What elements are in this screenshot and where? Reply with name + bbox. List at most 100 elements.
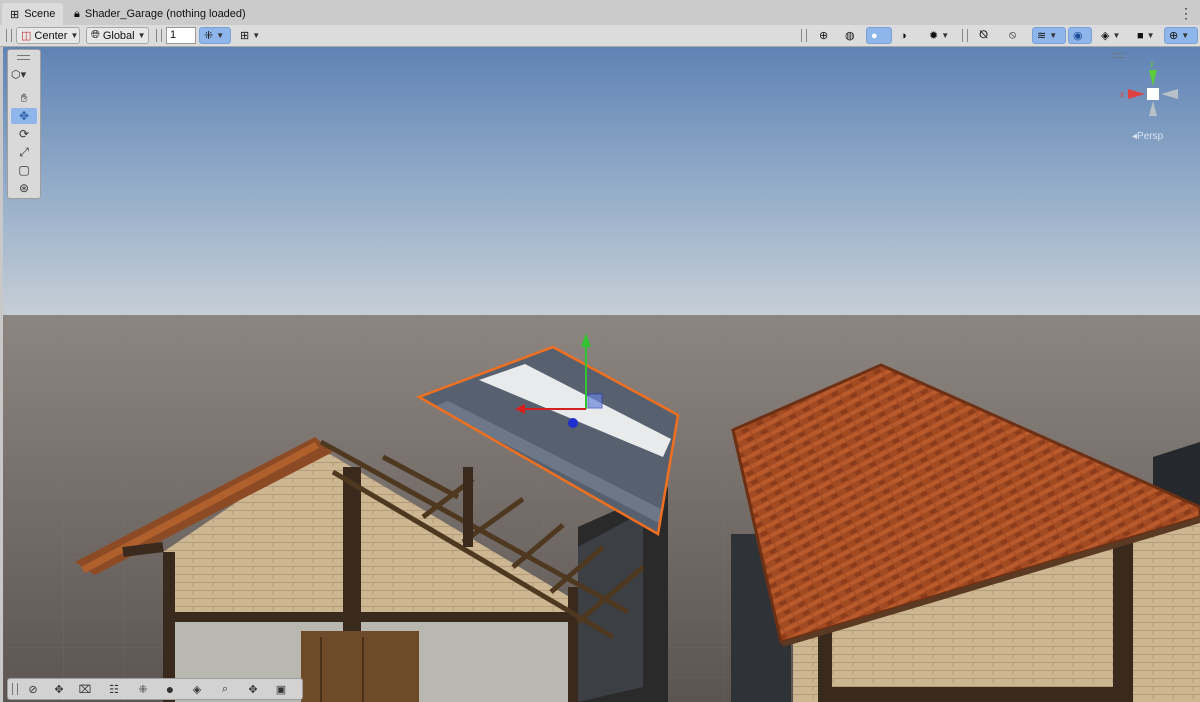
camera-icon: ■ [1137,29,1144,42]
shaded-icon: ● [871,29,878,42]
tab-bar: ⊞ Scene 🔒︎ Shader_Garage (nothing loaded… [0,0,1200,26]
gizmo-y-label: y [1150,59,1154,68]
search-icon: ⌕ [221,682,229,695]
rotate-tool-button[interactable]: ⟳ [11,126,37,142]
scene-viewport[interactable] [3,47,1200,702]
rect-icon: ▢ [18,163,30,177]
grid-snap-overlay-button[interactable]: ⁜ [132,681,154,697]
chevron-down-icon: ▼ [1112,31,1121,40]
visibility-toggle[interactable]: ◉ [1068,27,1092,44]
lighting-toggle[interactable]: ⦰ [974,27,998,44]
compass-icon: ⊘ [28,683,38,696]
pan-icon: ✥ [248,683,258,696]
z-axis-handle [568,418,578,428]
toolbar-grip[interactable] [801,29,807,42]
chevron-down-icon: ▼ [1049,31,1058,40]
move-tool-button[interactable]: ✥ [11,108,37,124]
more-options-icon[interactable]: ⋮ [1179,5,1193,22]
gizmo-x-label: x [1120,90,1124,99]
hand-tool-button[interactable]: ✋︎ [11,90,37,106]
lighting-icon: ⦰ [979,29,988,41]
projection-label[interactable]: ◂Persp [1132,131,1163,142]
pivot-mode-dropdown[interactable]: ◫ Center ▼ [16,27,80,44]
render-mode-button[interactable]: ✹ ▼ [924,27,956,44]
toolbar-grip[interactable] [6,29,12,42]
gizmo-neg-x-cone [1161,89,1178,99]
increment-snap-button[interactable]: ⊞ ▼ [235,27,265,44]
gizmos-dropdown[interactable]: ⊕ ▼ [1164,27,1198,44]
orientation-button[interactable]: ⊕ [814,27,836,44]
camera-overlay-button[interactable]: ▣ [270,681,292,697]
move-overlay-button[interactable]: ✥ [48,681,70,697]
tab-scene[interactable]: ⊞ Scene [2,3,64,25]
grid-snap-icon: ⁜ [204,30,214,42]
settings-button[interactable]: ☷ [103,681,125,697]
pan-button[interactable]: ✥ [242,681,264,697]
shaded-button[interactable]: ● [866,27,892,44]
compass-button[interactable]: ⊘ [22,681,44,697]
grid-icon: ⊞ [10,8,20,21]
shaded-wire-icon: ◍ [845,30,855,42]
crosshair-button[interactable]: ⌧ [74,681,96,697]
rotate-icon: ⟳ [18,127,30,141]
camera-dropdown[interactable]: ■ ▼ [1132,27,1164,44]
pivot-icon: ◫ [21,30,32,42]
audio-mute-icon: ⦸ [1009,29,1017,41]
chevron-down-icon: ▼ [70,31,79,40]
shaded-wire-button[interactable]: ◍ [840,27,862,44]
overlay-grip[interactable] [17,55,30,60]
tools-overlay: ⬡▾ ✋︎ ✥ ⟳ ⤢ ▢ ⊛ [7,49,41,199]
chevron-down-icon: ▼ [137,31,146,40]
unlit-icon: ◑ [900,29,907,42]
plane-handle [587,393,603,409]
search-button[interactable]: ⌕ [214,681,236,697]
transform-tool-button[interactable]: ⊛ [11,180,37,196]
gizmos-icon: ⊕ [1169,30,1179,42]
gizmo-center-cube [1147,88,1159,100]
pivot-mode-label: Center [34,29,68,42]
grid-snap-button[interactable]: ⁜ ▼ [199,27,231,44]
tab-scene-label: Scene [24,8,56,20]
layers-dropdown[interactable]: ◈ ▼ [1096,27,1130,44]
toolbar-grip[interactable] [156,29,162,42]
toolbar-grip[interactable] [962,29,968,42]
unlit-button[interactable]: ◑ [895,27,917,44]
bottom-overlay-bar: ⊘ ✥ ⌧ ☷ ⁜ ● ◈ ⌕ ✥ ▣ [7,678,303,700]
scene-toolbar: ◫ Center ▼ 🌐︎ Global ▼ 1 ⁜ ▼ ⊞ ▼ ⊕ ◍ ● ◑… [0,25,1200,47]
pivot-space-label: Global [102,29,135,42]
circle-icon: ● [165,681,175,697]
settings-icon: ☷ [109,683,119,696]
grid-snap-icon: ⁜ [138,683,148,696]
audio-toggle[interactable]: ⦸ [1004,27,1028,44]
fx-icon: ≋ [1037,30,1047,42]
overlay-grip[interactable] [12,683,18,695]
circle-button[interactable]: ● [159,681,181,697]
crosshair-icon: ⌧ [78,683,92,696]
scale-tool-button[interactable]: ⤢ [11,144,37,160]
move-icon: ✥ [18,109,30,123]
effects-dropdown[interactable]: ≋ ▼ [1032,27,1066,44]
chevron-down-icon: ▼ [1146,31,1155,40]
increment-snap-icon: ⊞ [240,30,250,42]
gizmo-x-cone [1128,89,1145,99]
sky [3,47,1200,322]
scene-render[interactable] [3,47,1200,702]
layers-icon: ◈ [192,683,202,696]
bug-icon: ✹ [929,30,939,42]
visibility-icon: ◉ [1073,30,1083,42]
move-icon: ✥ [54,683,64,696]
tab-shader-garage[interactable]: 🔒︎ Shader_Garage (nothing loaded) [66,3,254,25]
camera-icon: ▣ [275,683,287,696]
layers-icon: ◈ [1101,30,1110,42]
layers-overlay-button[interactable]: ◈ [186,681,208,697]
pivot-space-dropdown[interactable]: 🌐︎ Global ▼ [86,27,149,44]
tab-shader-garage-label: Shader_Garage (nothing loaded) [84,8,246,20]
orientation-icon: ⊕ [819,30,829,42]
rect-tool-button[interactable]: ▢ [11,162,37,178]
grid-size-input[interactable]: 1 [166,27,196,44]
chevron-down-icon: ▼ [252,31,261,40]
gizmo-neg-y-cone [1149,101,1157,116]
scale-icon: ⤢ [19,144,29,159]
view-tool-icon[interactable]: ⬡▾ [11,68,26,81]
projection-text: Persp [1137,131,1164,142]
